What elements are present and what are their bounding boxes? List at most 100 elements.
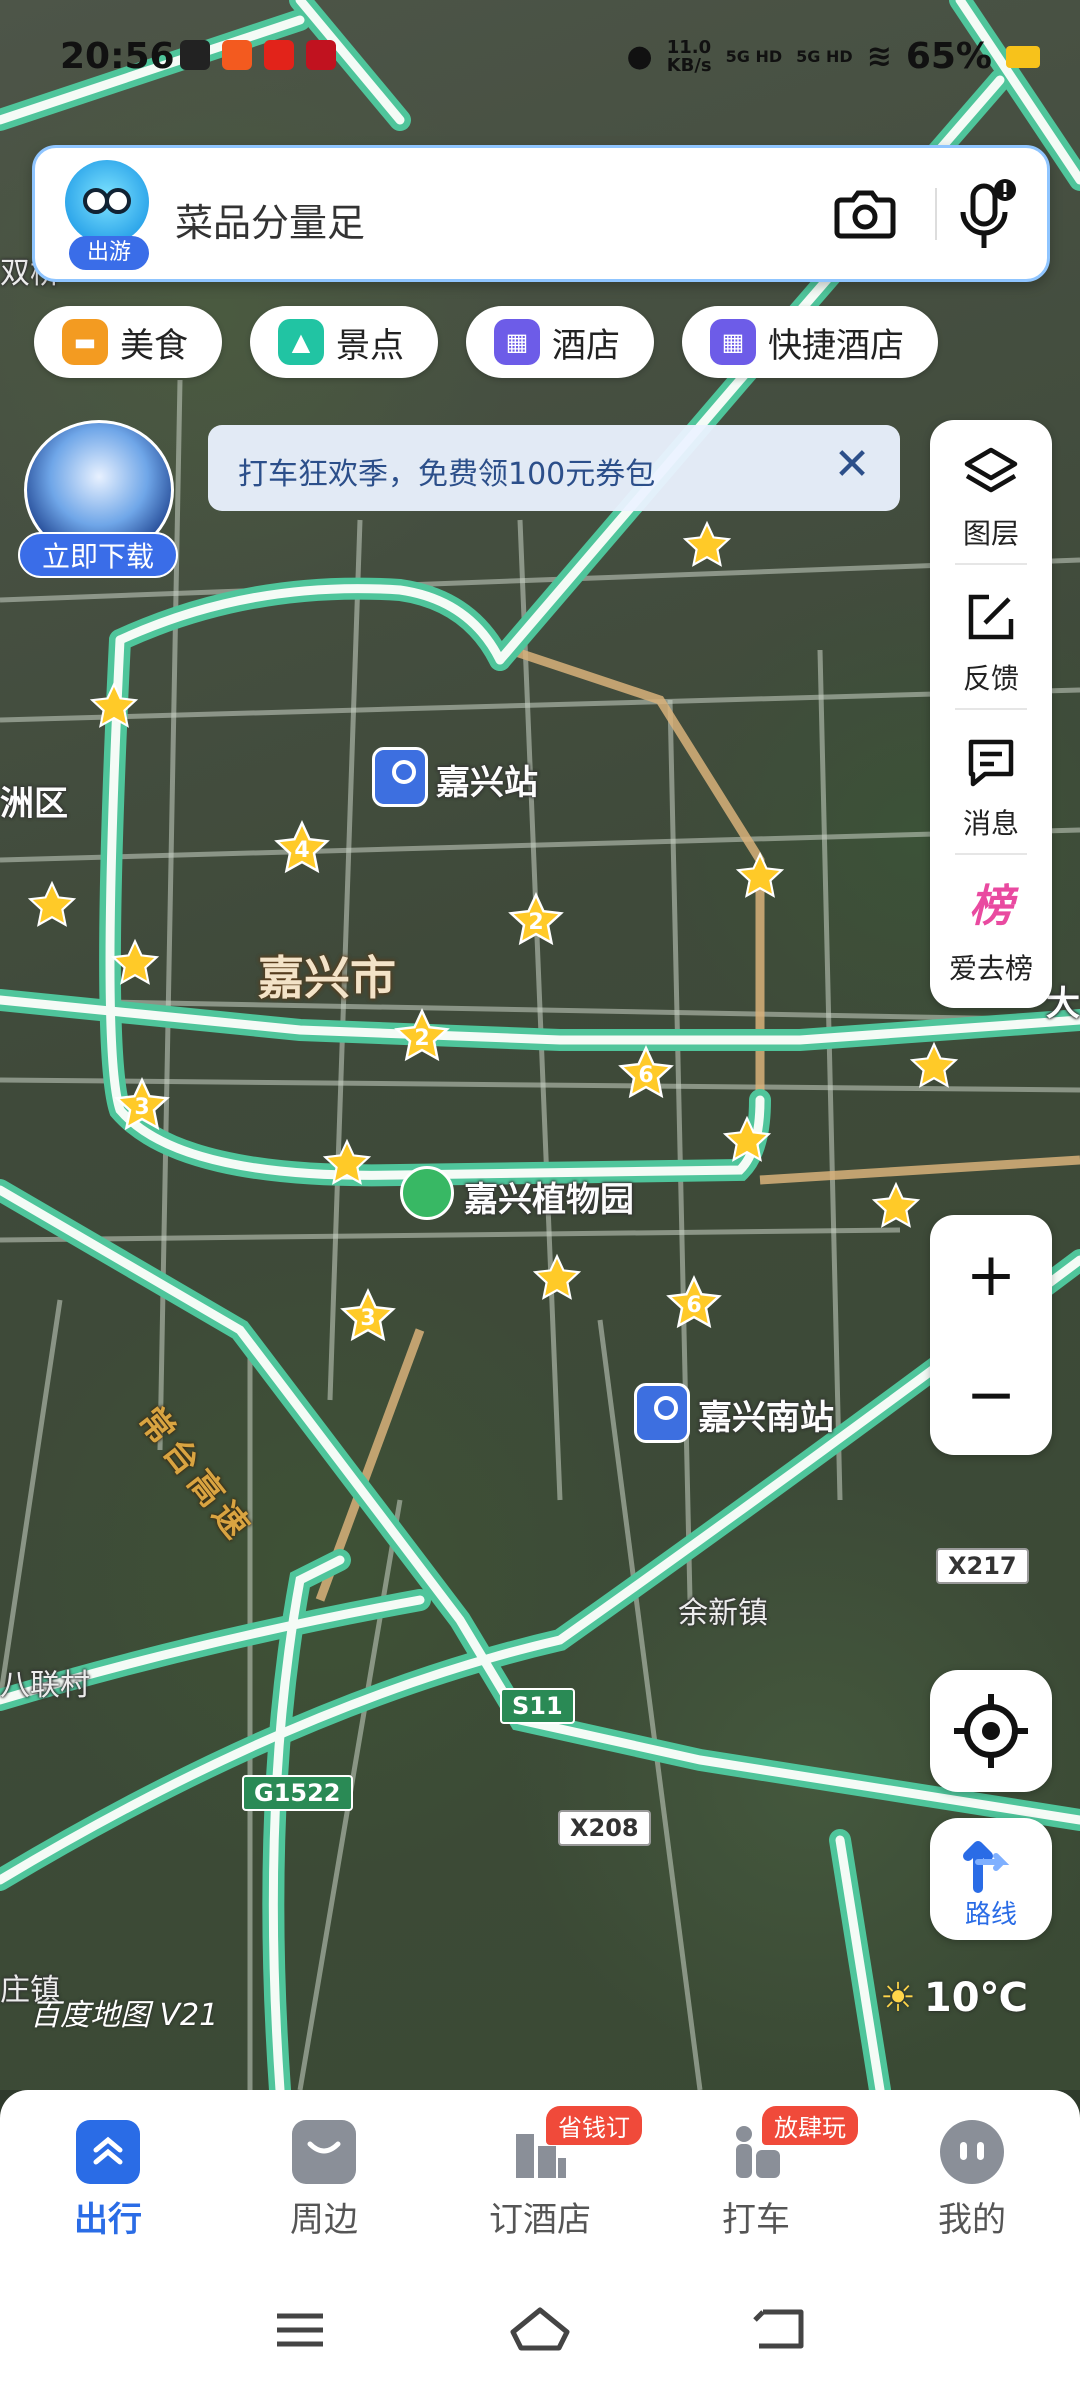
poi-star[interactable] <box>734 850 786 902</box>
map-label-jiaxing-station[interactable]: 嘉兴站 <box>436 755 538 804</box>
hotel-icon: ▦ <box>494 319 540 365</box>
food-icon: ▬ <box>62 319 108 365</box>
poi-star-cluster[interactable]: 3 <box>338 1286 398 1346</box>
nav-hotel-booking[interactable]: 省钱订 订酒店 <box>460 2106 642 2240</box>
chip-scenery[interactable]: ▲ 景点 <box>250 306 438 378</box>
download-now-button[interactable]: 立即下载 <box>18 532 178 578</box>
map-label-bailian-village[interactable]: 八联村 <box>0 1660 90 1704</box>
back-icon[interactable] <box>745 2300 815 2360</box>
map-label-botanical-garden[interactable]: 嘉兴植物园 <box>464 1172 634 1221</box>
app-notification-icon <box>222 40 252 70</box>
zoom-control: + − <box>930 1215 1052 1455</box>
travel-mode-tag[interactable]: 出游 <box>69 236 149 270</box>
poi-star[interactable] <box>870 1180 922 1232</box>
sun-icon: ☀ <box>880 1975 916 2021</box>
cluster-count: 6 <box>638 1063 654 1088</box>
zoom-out-button[interactable]: − <box>930 1335 1052 1455</box>
railway-station-icon[interactable] <box>372 747 428 807</box>
road-shield-x208: X208 <box>558 1810 651 1846</box>
route-label: 路线 <box>964 1900 1017 1930</box>
map-label-city[interactable]: 嘉兴市 <box>258 942 396 1008</box>
zoom-in-button[interactable]: + <box>930 1215 1052 1335</box>
layers-icon <box>964 447 1018 493</box>
road-shield-g1522: G1522 <box>242 1775 353 1811</box>
travel-icon <box>76 2120 140 2184</box>
search-input[interactable]: 菜品分量足 <box>175 192 365 247</box>
map-label-district: 洲区 <box>0 784 68 824</box>
temperature: 10℃ <box>923 1975 1028 2021</box>
map-label-south-station[interactable]: 嘉兴南站 <box>698 1390 834 1439</box>
poi-star[interactable] <box>88 680 140 732</box>
nav-label: 我的 <box>938 2200 1006 2240</box>
chip-food[interactable]: ▬ 美食 <box>34 306 222 378</box>
poi-star-cluster[interactable]: 6 <box>616 1043 676 1103</box>
location-icon: ● <box>626 39 653 74</box>
poi-star-cluster[interactable]: 2 <box>506 890 566 950</box>
weather-widget[interactable]: ☀ 10℃ <box>880 1975 1028 2021</box>
budget-hotel-icon: ▦ <box>710 319 756 365</box>
park-icon[interactable] <box>400 1166 454 1220</box>
map-label-yuxin-town[interactable]: 余新镇 <box>678 1588 768 1632</box>
chip-label: 景点 <box>336 325 404 366</box>
nav-nearby[interactable]: 周边 <box>244 2120 404 2240</box>
road-shield-x217: X217 <box>936 1548 1029 1584</box>
nav-profile[interactable]: 我的 <box>892 2120 1052 2240</box>
poi-star-cluster[interactable]: 4 <box>272 818 332 878</box>
tool-messages[interactable]: 消息 <box>930 710 1052 855</box>
chip-budget-hotel[interactable]: ▦ 快捷酒店 <box>682 306 938 378</box>
poi-star[interactable] <box>26 879 78 931</box>
status-indicators: ● 11.0 KB/s 5G HD 5G HD ≋ 65% <box>626 36 1040 77</box>
poi-star[interactable] <box>681 519 733 571</box>
poi-star[interactable] <box>109 937 161 989</box>
tool-ranking[interactable]: 榜 爱去榜 <box>930 855 1052 1000</box>
promo-banner[interactable]: 打车狂欢季，免费领100元券包 ✕ <box>208 425 900 511</box>
cluster-count: 3 <box>360 1306 376 1331</box>
nav-badge: 放肆玩 <box>762 2106 858 2145</box>
chip-label: 快捷酒店 <box>768 325 904 366</box>
poi-star-cluster[interactable]: 6 <box>664 1273 724 1333</box>
system-navigation-bar <box>0 2260 1080 2400</box>
cluster-count: 3 <box>134 1095 150 1120</box>
tool-layers[interactable]: 图层 <box>930 420 1052 565</box>
home-icon[interactable] <box>505 2300 575 2360</box>
app-notification-icon <box>306 40 336 70</box>
mascot-avatar-icon[interactable] <box>65 160 149 244</box>
poi-star[interactable] <box>908 1040 960 1092</box>
camera-icon[interactable] <box>833 184 897 244</box>
promo-game-ad[interactable]: 立即下载 <box>18 420 178 580</box>
app-notification-icon <box>180 40 210 70</box>
poi-star-cluster[interactable]: 3 <box>112 1075 172 1135</box>
route-button[interactable]: 路线 <box>930 1818 1052 1940</box>
railway-station-icon[interactable] <box>634 1383 690 1443</box>
scenery-icon: ▲ <box>278 319 324 365</box>
nav-label: 出行 <box>74 2200 142 2240</box>
tool-label: 图层 <box>962 517 1019 550</box>
poi-star[interactable] <box>721 1114 773 1166</box>
tool-feedback[interactable]: 反馈 <box>930 565 1052 710</box>
app-notification-icon <box>264 40 294 70</box>
search-divider <box>935 188 937 240</box>
microphone-icon[interactable] <box>953 176 1017 252</box>
locate-me-button[interactable] <box>930 1670 1052 1792</box>
message-icon <box>968 739 1014 787</box>
menu-icon[interactable] <box>265 2300 335 2360</box>
poi-star[interactable] <box>531 1252 583 1304</box>
poi-star[interactable] <box>321 1137 373 1189</box>
nav-taxi[interactable]: 放肆玩 打车 <box>676 2106 858 2240</box>
promo-banner-text[interactable]: 打车狂欢季，免费领100元券包 <box>238 449 655 493</box>
status-bar: 20:56 ● 11.0 KB/s 5G HD 5G HD ≋ 65% <box>0 0 1080 115</box>
map-brand-logo: 百度地图 V21 <box>30 1998 219 2033</box>
nav-badge: 省钱订 <box>546 2106 642 2145</box>
chip-label: 美食 <box>120 325 188 366</box>
nav-label: 订酒店 <box>489 2200 591 2240</box>
close-icon[interactable]: ✕ <box>828 441 876 489</box>
poi-star-cluster[interactable]: 2 <box>392 1006 452 1066</box>
cluster-count: 2 <box>528 910 544 935</box>
search-bar[interactable]: 出游 菜品分量足 <box>32 145 1050 282</box>
chip-label: 酒店 <box>552 325 620 366</box>
nav-label: 周边 <box>290 2200 358 2240</box>
chip-hotel[interactable]: ▦ 酒店 <box>466 306 654 378</box>
category-chips: ▬ 美食 ▲ 景点 ▦ 酒店 ▦ 快捷酒店 <box>34 306 1064 378</box>
nav-travel[interactable]: 出行 <box>28 2120 188 2240</box>
status-time: 20:56 <box>60 36 175 77</box>
